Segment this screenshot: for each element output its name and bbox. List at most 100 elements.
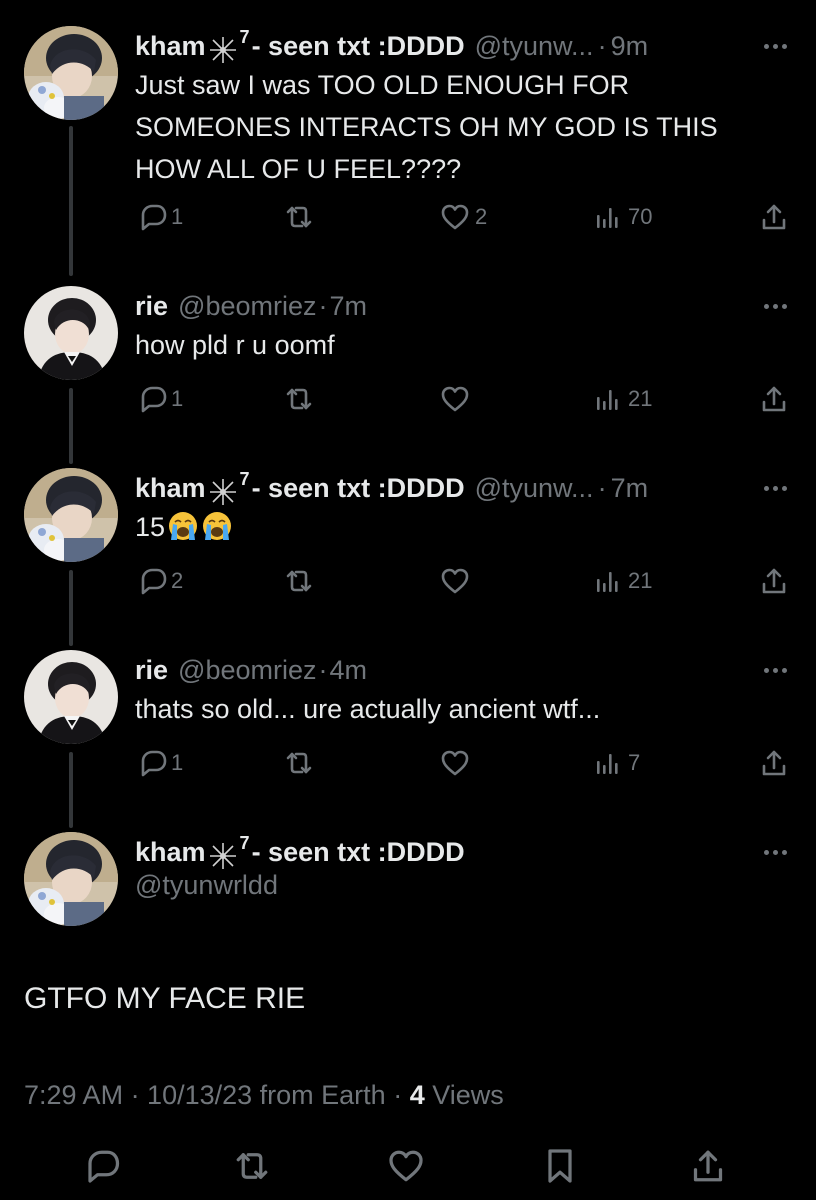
views-label: Views — [424, 1080, 504, 1110]
views-count: 4 — [409, 1080, 425, 1110]
separator-dot: · — [318, 290, 328, 321]
retweet-icon — [283, 201, 315, 233]
timestamp[interactable]: 9m — [611, 31, 649, 62]
like-button[interactable] — [439, 382, 471, 416]
retweet-button[interactable] — [283, 382, 315, 416]
timestamp-and-source[interactable]: 7:29 AM · 10/13/23 from Earth · — [24, 1080, 410, 1110]
loudly-crying-face-emoji — [167, 510, 199, 542]
share-button[interactable] — [758, 746, 790, 780]
views-icon — [592, 201, 624, 233]
retweet-icon — [283, 747, 315, 779]
tweet-actions: 1 2 70 — [135, 200, 790, 234]
reply-count: 2 — [171, 568, 184, 593]
share-icon — [758, 201, 790, 233]
reply-button[interactable]: 1 — [135, 746, 183, 780]
sparkle-cross-icon — [208, 35, 238, 65]
reply-icon — [135, 565, 167, 597]
avatar[interactable] — [24, 468, 118, 562]
like-icon — [439, 383, 471, 415]
avatar[interactable] — [24, 286, 118, 380]
views-button[interactable]: 21 — [592, 564, 652, 598]
display-name[interactable]: kham 7 - seen txt :DDDD — [135, 27, 465, 65]
user-handle[interactable]: @tyunw... — [475, 473, 594, 504]
thread-connector-line — [69, 126, 73, 276]
tweet-header: rie @beomriez · 7m — [135, 286, 796, 326]
reply-button[interactable]: 2 — [135, 564, 183, 598]
display-name[interactable]: rie — [135, 291, 168, 322]
timestamp[interactable]: 7m — [611, 473, 649, 504]
retweet-button[interactable] — [283, 564, 315, 598]
reply-tweet[interactable]: rie @beomriez · 7m how pld r u oomf 1 21 — [0, 286, 816, 466]
display-name[interactable]: rie — [135, 655, 168, 686]
avatar[interactable] — [24, 650, 118, 744]
retweet-icon — [283, 383, 315, 415]
tweet-text: 15 — [135, 506, 786, 548]
views-icon — [592, 747, 624, 779]
reply-count: 1 — [171, 386, 184, 411]
like-icon — [439, 565, 471, 597]
reply-tweet[interactable]: rie @beomriez · 4m thats so old... ure a… — [0, 650, 816, 830]
share-icon[interactable] — [688, 1146, 728, 1186]
sparkle-cross-icon — [208, 841, 238, 871]
views-button[interactable]: 70 — [592, 200, 652, 234]
more-options-icon[interactable] — [760, 36, 790, 56]
more-options-icon[interactable] — [760, 660, 790, 680]
reply-button[interactable]: 1 — [135, 200, 183, 234]
views-icon — [592, 383, 624, 415]
share-button[interactable] — [758, 564, 790, 598]
loudly-crying-face-emoji — [201, 510, 233, 542]
retweet-button[interactable] — [283, 200, 315, 234]
views-icon — [592, 565, 624, 597]
timestamp[interactable]: 7m — [330, 291, 368, 322]
like-icon — [439, 747, 471, 779]
tweet-meta: 7:29 AM · 10/13/23 from Earth · 4 Views — [24, 1080, 504, 1111]
user-handle[interactable]: @beomriez — [178, 655, 316, 686]
user-handle[interactable]: @tyunw... — [475, 31, 594, 62]
reply-icon — [135, 383, 167, 415]
like-button[interactable]: 2 — [439, 200, 487, 234]
reply-count: 1 — [171, 204, 184, 229]
display-name[interactable]: kham 7 - seen txt :DDDD — [135, 469, 465, 507]
main-tweet: kham 7 - seen txt :DDDD @tyunwrldd GTFO … — [0, 832, 816, 1200]
more-options-icon[interactable] — [760, 296, 790, 316]
reply-icon — [135, 201, 167, 233]
reply-icon[interactable] — [80, 1146, 120, 1186]
user-handle[interactable]: @beomriez — [178, 291, 316, 322]
tweet-actions: 1 7 — [135, 746, 790, 780]
share-button[interactable] — [758, 200, 790, 234]
tweet-text: how pld r u oomf — [135, 330, 335, 360]
user-handle[interactable]: @tyunwrldd — [135, 870, 278, 901]
tweet-header: kham 7 - seen txt :DDDD @tyunw... · 7m — [135, 468, 796, 508]
timestamp[interactable]: 4m — [330, 655, 368, 686]
views-count: 7 — [628, 750, 641, 775]
separator-dot: · — [318, 654, 328, 685]
like-button[interactable] — [439, 746, 471, 780]
like-count: 2 — [475, 204, 488, 229]
more-options-icon[interactable] — [760, 478, 790, 498]
sparkle-cross-icon — [208, 477, 238, 507]
thread-connector-line — [69, 388, 73, 464]
tweet-actions: 2 21 — [135, 564, 790, 598]
reply-tweet[interactable]: kham 7 - seen txt :DDDD @tyunw... · 9m J… — [0, 26, 816, 296]
views-count: 70 — [628, 204, 653, 229]
reply-tweet[interactable]: kham 7 - seen txt :DDDD @tyunw... · 7m 1… — [0, 468, 816, 648]
tweet-text: Just saw I was TOO OLD ENOUGH FOR SOMEON… — [135, 70, 718, 184]
share-button[interactable] — [758, 382, 790, 416]
thread-connector-line — [69, 570, 73, 646]
like-button[interactable] — [439, 564, 471, 598]
reply-button[interactable]: 1 — [135, 382, 183, 416]
like-icon[interactable] — [386, 1146, 426, 1186]
display-name[interactable]: kham 7 - seen txt :DDDD — [135, 832, 465, 872]
avatar[interactable] — [24, 26, 118, 120]
bookmark-icon[interactable] — [540, 1146, 580, 1186]
more-options-icon[interactable] — [760, 842, 790, 862]
separator-dot: · — [597, 472, 607, 503]
reply-count: 1 — [171, 750, 184, 775]
retweet-icon[interactable] — [232, 1146, 272, 1186]
views-count: 21 — [628, 386, 653, 411]
views-button[interactable]: 21 — [592, 382, 652, 416]
retweet-button[interactable] — [283, 746, 315, 780]
views-button[interactable]: 7 — [592, 746, 640, 780]
avatar[interactable] — [24, 832, 118, 926]
tweet-actions: 1 21 — [135, 382, 790, 416]
